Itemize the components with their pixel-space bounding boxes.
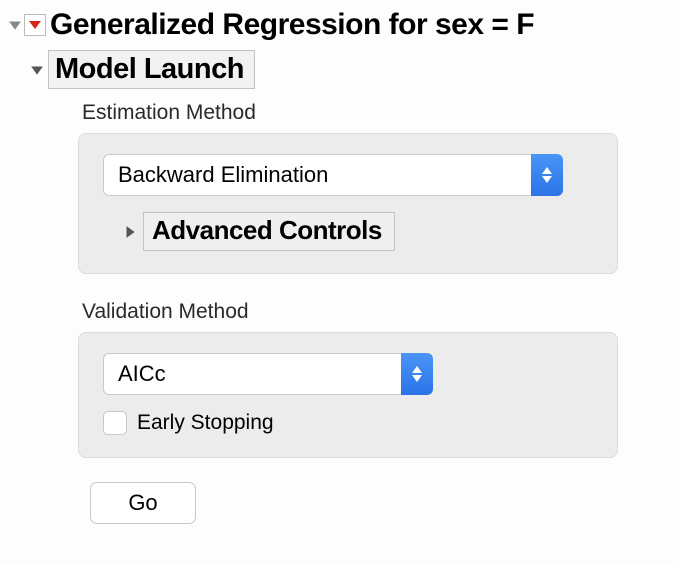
- validation-method-label: Validation Method: [82, 300, 678, 324]
- disclosure-main[interactable]: [6, 16, 24, 34]
- early-stopping-checkbox[interactable]: [103, 411, 127, 435]
- stepper-icon: [401, 353, 433, 395]
- validation-method-select[interactable]: AICc: [103, 353, 433, 395]
- validation-method-value: AICc: [103, 353, 401, 395]
- advanced-controls-header: Advanced Controls: [143, 212, 395, 251]
- disclosure-model-launch[interactable]: [28, 61, 46, 79]
- main-title: Generalized Regression for sex = F: [50, 8, 534, 42]
- hotspot-menu-button[interactable]: [24, 14, 46, 36]
- estimation-method-value: Backward Elimination: [103, 154, 531, 196]
- estimation-method-select[interactable]: Backward Elimination: [103, 154, 563, 196]
- estimation-method-label: Estimation Method: [82, 101, 678, 125]
- model-launch-header: Model Launch: [48, 50, 255, 89]
- early-stopping-label: Early Stopping: [137, 411, 274, 435]
- stepper-icon: [531, 154, 563, 196]
- disclosure-advanced-controls[interactable]: [121, 223, 139, 241]
- estimation-panel: Backward Elimination Advanced Controls: [78, 133, 618, 274]
- validation-panel: AICc Early Stopping: [78, 332, 618, 458]
- go-button[interactable]: Go: [90, 482, 196, 524]
